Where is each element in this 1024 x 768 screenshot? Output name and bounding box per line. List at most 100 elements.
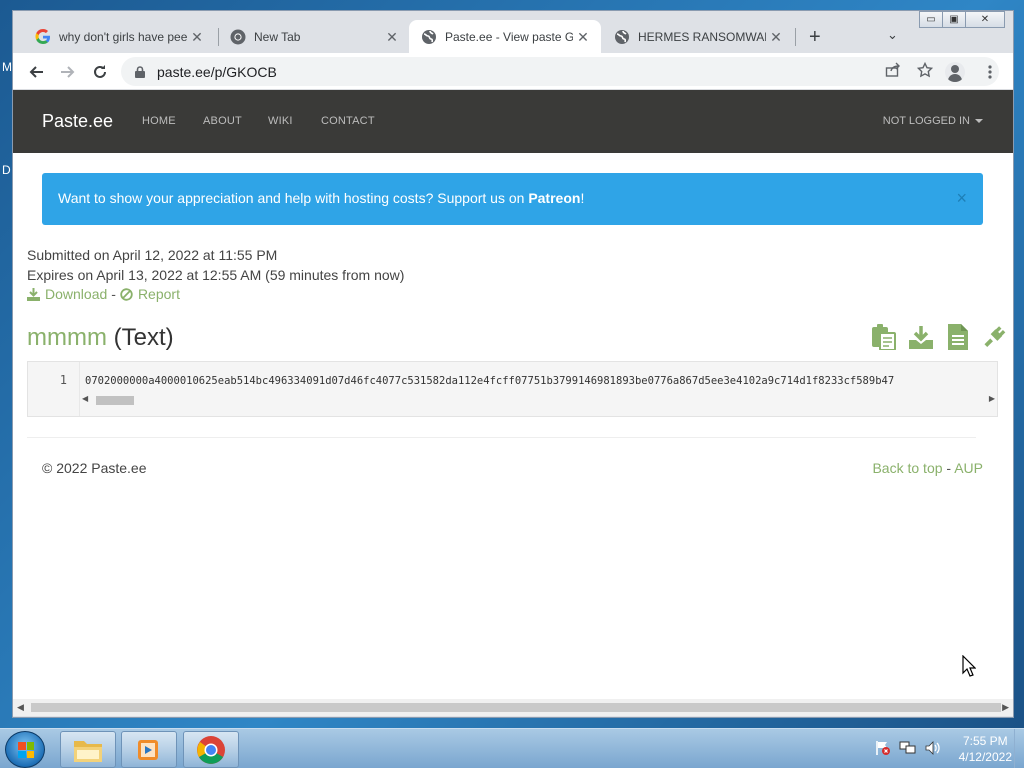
back-button[interactable]	[25, 61, 47, 83]
nav-home-link[interactable]: HOME	[142, 115, 176, 127]
taskbar-media-player[interactable]	[121, 731, 177, 768]
line-gutter: 1	[28, 362, 80, 416]
arrow-left-icon	[29, 66, 43, 78]
media-player-icon	[138, 739, 158, 760]
report-link[interactable]: Report	[138, 286, 180, 302]
scroll-left-icon[interactable]: ◀	[17, 702, 24, 713]
system-tray: 7:55 PM 4/12/2022	[875, 729, 1012, 768]
footer-links: Back to top - AUP	[872, 460, 983, 476]
raw-text-icon[interactable]	[945, 324, 970, 350]
clock-date: 4/12/2022	[958, 750, 1012, 764]
aup-link[interactable]: AUP	[954, 460, 983, 476]
paste-name: mmmm	[27, 324, 107, 351]
lock-icon	[135, 65, 145, 83]
tab-hermes[interactable]: HERMES RANSOMWARE ✕	[602, 20, 794, 53]
start-button[interactable]	[5, 731, 45, 768]
caret-down-icon	[975, 119, 983, 124]
desktop-icon-label-fragment: D	[2, 163, 11, 177]
scroll-right-icon[interactable]: ▶	[989, 394, 995, 403]
line-number: 1	[59, 373, 67, 387]
tab-title: why don't girls have pee	[59, 29, 187, 44]
patreon-link[interactable]: Patreon	[528, 190, 580, 206]
taskbar-explorer[interactable]	[60, 731, 116, 768]
expiry-date: Expires on April 13, 2022 at 12:55 AM (5…	[27, 267, 405, 283]
bookmark-star-icon[interactable]	[916, 61, 934, 83]
tab-title: HERMES RANSOMWARE	[638, 29, 766, 44]
forward-button[interactable]	[57, 61, 79, 83]
download-link[interactable]: Download	[45, 286, 107, 302]
site-brand-link[interactable]: Paste.ee	[42, 111, 113, 132]
volume-icon[interactable]	[925, 740, 941, 759]
taskbar-clock[interactable]: 7:55 PM 4/12/2022	[959, 733, 1012, 765]
maximize-button[interactable]: ▣	[942, 11, 966, 28]
scroll-left-icon[interactable]: ◀	[82, 394, 88, 403]
url-text: paste.ee/p/GKOCB	[157, 64, 277, 80]
submitted-date: Submitted on April 12, 2022 at 11:55 PM	[27, 247, 278, 263]
desktop-icon-label-fragment: M	[2, 60, 12, 74]
minimize-button[interactable]: ▭	[919, 11, 943, 28]
footer-separator: -	[946, 460, 952, 476]
close-window-button[interactable]: ✕	[965, 11, 1005, 28]
tab-close-icon[interactable]: ✕	[189, 29, 205, 46]
globe-icon	[421, 29, 437, 45]
tab-title: Paste.ee - View paste GKOCB	[445, 29, 573, 44]
show-desktop-button[interactable]	[1014, 729, 1024, 768]
code-line: 0702000000a4000010625eab514bc496334091d0…	[85, 375, 895, 387]
arrow-right-icon	[61, 66, 75, 78]
paste-actions: Download - Report	[27, 286, 180, 302]
scroll-right-icon[interactable]: ▶	[1002, 702, 1009, 713]
google-icon	[35, 28, 51, 45]
tab-search-chevron-icon[interactable]: ⌄	[887, 27, 898, 43]
site-navbar: Paste.ee HOME ABOUT WIKI CONTACT NOT LOG…	[13, 90, 1013, 153]
download-paste-icon[interactable]	[908, 324, 933, 350]
tab-close-icon[interactable]: ✕	[575, 29, 591, 46]
back-to-top-link[interactable]: Back to top	[872, 460, 942, 476]
tab-google-search[interactable]: why don't girls have pee ✕	[23, 20, 215, 53]
browser-window: why don't girls have pee ✕ New Tab ✕ Pas…	[12, 10, 1014, 718]
tab-paste-ee[interactable]: Paste.ee - View paste GKOCB ✕	[409, 20, 601, 53]
tab-title: New Tab	[254, 29, 301, 44]
account-label: NOT LOGGED IN	[882, 115, 970, 127]
nav-about-link[interactable]: ABOUT	[203, 115, 242, 127]
tab-close-icon[interactable]: ✕	[384, 29, 400, 46]
browser-toolbar: paste.ee/p/GKOCB	[13, 53, 1013, 90]
account-dropdown[interactable]: NOT LOGGED IN	[883, 115, 983, 127]
footer-divider	[27, 437, 976, 438]
action-center-flag-icon[interactable]	[875, 740, 891, 759]
taskbar: 7:55 PM 4/12/2022	[0, 728, 1024, 768]
ban-icon	[120, 287, 133, 301]
window-controls: ▭ ▣ ✕	[919, 11, 1005, 28]
copy-clipboard-icon[interactable]	[871, 324, 896, 350]
new-tab-button[interactable]: +	[809, 26, 821, 49]
alert-message: Want to show your appreciation and help …	[58, 190, 585, 206]
paste-format: (Text)	[113, 324, 174, 351]
scrollbar-thumb[interactable]	[96, 396, 134, 405]
mouse-cursor-icon	[962, 655, 976, 677]
code-horizontal-scrollbar[interactable]: ◀ ▶	[80, 394, 997, 406]
tab-separator	[795, 28, 796, 46]
page-horizontal-scrollbar[interactable]: ◀ ▶	[13, 699, 1013, 716]
network-icon[interactable]	[899, 740, 917, 759]
alert-close-button[interactable]: ×	[956, 188, 967, 209]
nav-wiki-link[interactable]: WIKI	[268, 115, 293, 127]
reload-button[interactable]	[89, 61, 111, 83]
tab-new-tab[interactable]: New Tab ✕	[218, 20, 410, 53]
plug-embed-icon[interactable]	[982, 324, 1007, 350]
menu-kebab-icon[interactable]	[979, 61, 1001, 83]
globe-icon	[614, 29, 630, 45]
profile-avatar-icon[interactable]	[945, 62, 965, 82]
paste-title: mmmm (Text)	[27, 324, 174, 352]
tab-close-icon[interactable]: ✕	[768, 29, 784, 46]
share-icon[interactable]	[885, 62, 901, 83]
address-bar[interactable]: paste.ee/p/GKOCB	[121, 57, 999, 86]
tab-strip: why don't girls have pee ✕ New Tab ✕ Pas…	[13, 11, 1013, 53]
reload-icon	[94, 65, 106, 78]
windows-logo-icon	[18, 742, 34, 758]
page-viewport: Paste.ee HOME ABOUT WIKI CONTACT NOT LOG…	[13, 90, 1013, 699]
scrollbar-thumb[interactable]	[31, 703, 1001, 712]
folder-icon	[74, 740, 102, 762]
nav-contact-link[interactable]: CONTACT	[321, 115, 375, 127]
action-separator: -	[111, 286, 116, 302]
taskbar-chrome[interactable]	[183, 731, 239, 768]
download-icon	[27, 287, 40, 301]
